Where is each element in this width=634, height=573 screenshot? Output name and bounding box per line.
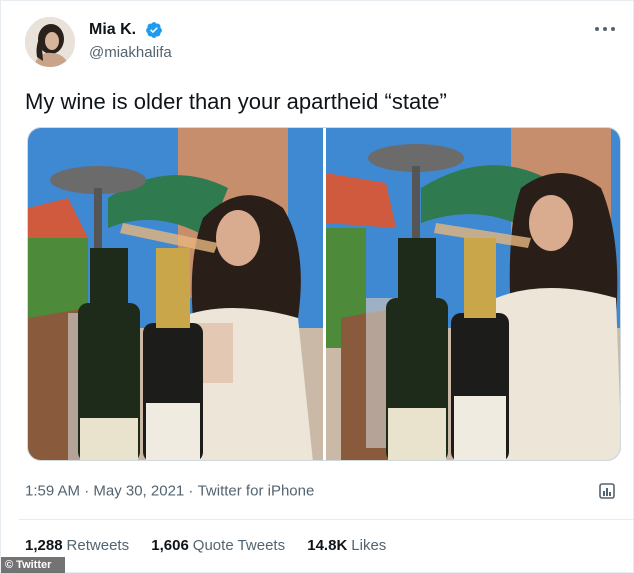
media-photo-2[interactable] xyxy=(326,128,620,460)
media-photo-1[interactable] xyxy=(28,128,323,460)
tweet-analytics-icon[interactable] xyxy=(597,481,617,501)
divider xyxy=(19,519,633,520)
likes-count: 14.8K xyxy=(307,537,348,554)
verified-badge-icon xyxy=(145,22,162,38)
retweets-label: Retweets xyxy=(66,537,130,554)
quote-tweets-label: Quote Tweets xyxy=(192,537,286,554)
more-options-icon[interactable] xyxy=(593,23,617,35)
tweet-meta: 1:59 AM · May 30, 2021 · Twitter for iPh… xyxy=(25,482,314,500)
tweet-stats: 1,288 Retweets 1,606 Quote Tweets 14.8K Lik… xyxy=(25,537,404,554)
author-names: Mia K. @miakhalifa xyxy=(89,21,172,61)
author-handle[interactable]: @miakhalifa xyxy=(89,44,172,61)
tweet-text: My wine is older than your apartheid “st… xyxy=(25,89,447,114)
profile-avatar-icon xyxy=(25,17,75,67)
retweets-count: 1,288 xyxy=(25,537,63,554)
photo-wine-right xyxy=(326,128,620,460)
likes-stat[interactable]: 14.8K Likes xyxy=(307,537,386,554)
watermark: © Twitter xyxy=(1,557,65,573)
author-display-name[interactable]: Mia K. xyxy=(89,21,136,39)
photo-wine-left xyxy=(28,128,323,460)
author-avatar[interactable] xyxy=(25,17,75,67)
retweets-stat[interactable]: 1,288 Retweets xyxy=(25,537,129,554)
tweet-source[interactable]: Twitter for iPhone xyxy=(198,483,315,500)
likes-label: Likes xyxy=(351,537,387,554)
quote-tweets-count: 1,606 xyxy=(151,537,189,554)
tweet-card: Mia K. @miakhalifa My wine is older than… xyxy=(0,0,634,573)
tweet-media[interactable] xyxy=(27,127,621,461)
tweet-timestamp[interactable]: 1:59 AM · May 30, 2021 · xyxy=(25,483,198,500)
quote-tweets-stat[interactable]: 1,606 Quote Tweets xyxy=(151,537,285,554)
